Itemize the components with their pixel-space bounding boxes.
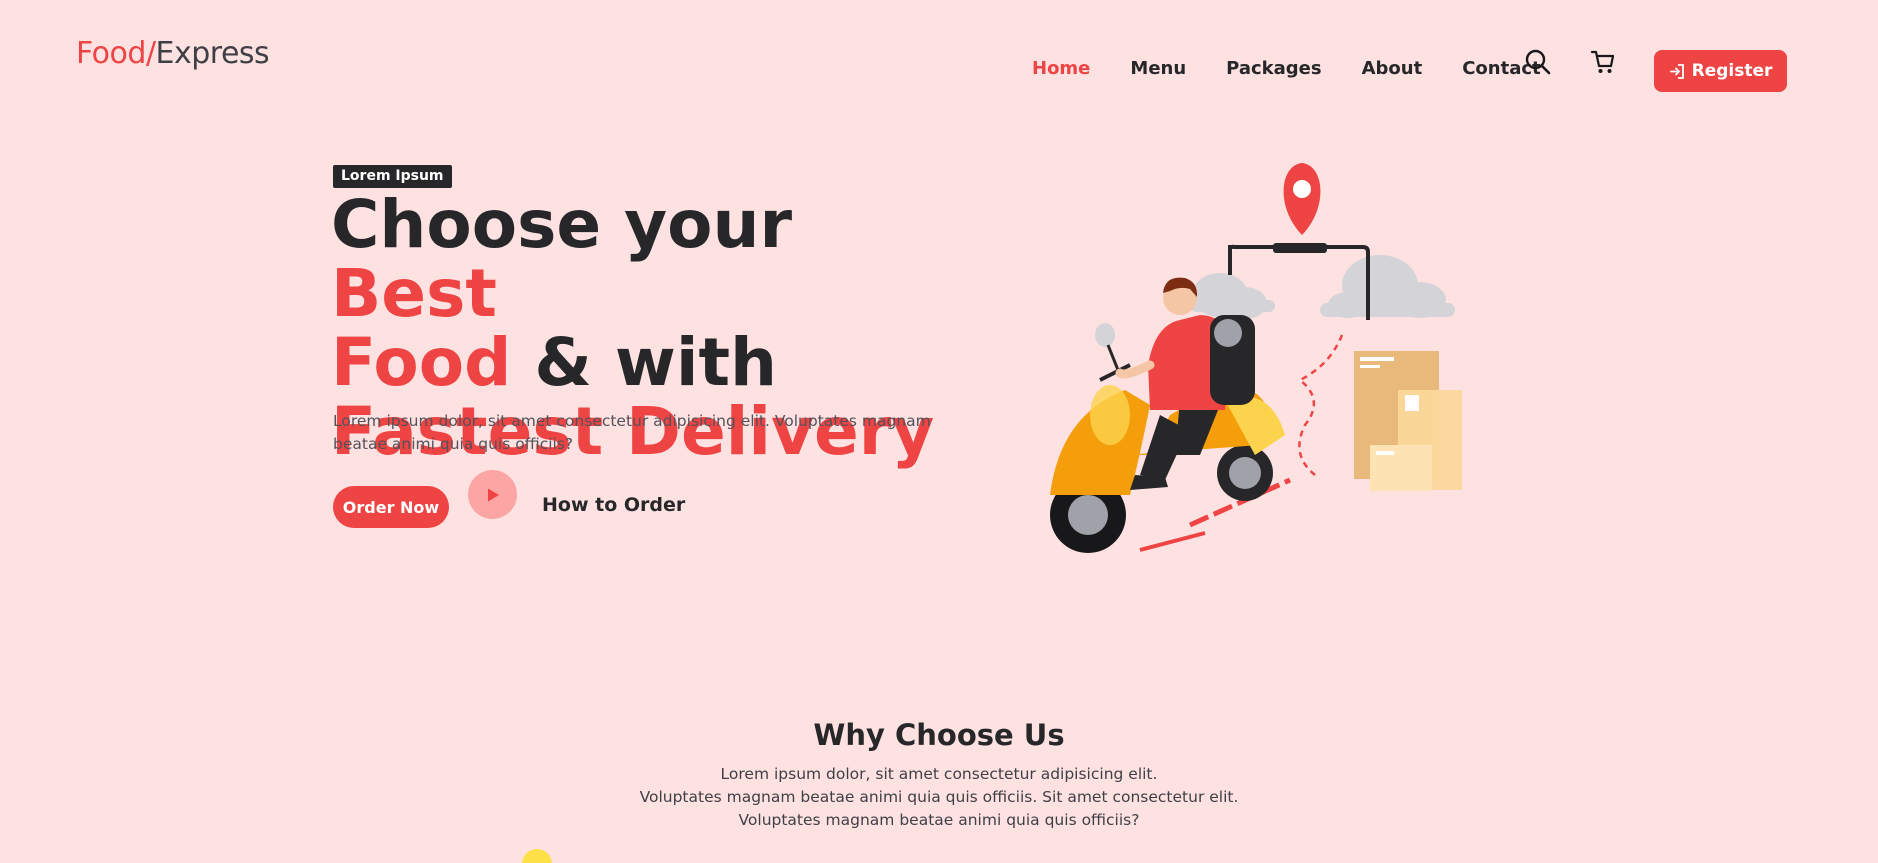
- why-choose-title: Why Choose Us: [813, 718, 1065, 752]
- register-button[interactable]: Register: [1654, 50, 1787, 92]
- login-icon: [1669, 63, 1684, 79]
- search-button[interactable]: [1524, 48, 1552, 80]
- hero-title-line2a: Food: [331, 324, 512, 401]
- order-now-button[interactable]: Order Now: [333, 486, 449, 528]
- play-icon: [487, 488, 499, 501]
- hero-title-line1b: Best: [331, 255, 497, 332]
- hero-title-line2b: & with: [511, 324, 777, 401]
- hero-description: Lorem ipsum dolor, sit amet consectetur …: [333, 412, 931, 453]
- logo-part-food: Food/: [76, 36, 156, 71]
- why-desc-line1: Lorem ipsum dolor, sit amet consectetur …: [720, 765, 1158, 783]
- how-to-order-link[interactable]: How to Order: [542, 494, 685, 516]
- cart-icon: [1590, 50, 1615, 73]
- cart-button[interactable]: [1590, 48, 1616, 80]
- nav-item-about[interactable]: About: [1362, 58, 1423, 79]
- logo[interactable]: Food/Express: [76, 36, 270, 71]
- search-icon: [1525, 49, 1551, 75]
- nav-item-home[interactable]: Home: [1032, 58, 1090, 79]
- main-nav: Home Menu Packages About Contact: [1032, 58, 1581, 79]
- logo-part-express: Express: [155, 36, 270, 71]
- hero-title-line1a: Choose your: [331, 186, 793, 263]
- hero-badge: Lorem Ipsum: [333, 165, 452, 188]
- why-desc-line2: Voluptates magnam beatae animi quia quis…: [639, 788, 1239, 806]
- play-video-button[interactable]: [468, 470, 517, 519]
- nav-item-menu[interactable]: Menu: [1130, 58, 1186, 79]
- register-label: Register: [1691, 61, 1773, 81]
- why-desc-line3: Voluptates magnam beatae animi quia quis…: [738, 811, 1140, 829]
- decorative-dot: [522, 849, 552, 863]
- why-choose-description: Lorem ipsum dolor, sit amet consectetur …: [0, 763, 1878, 832]
- nav-item-packages[interactable]: Packages: [1226, 58, 1321, 79]
- delivery-scooter-illustration: [1050, 163, 1462, 553]
